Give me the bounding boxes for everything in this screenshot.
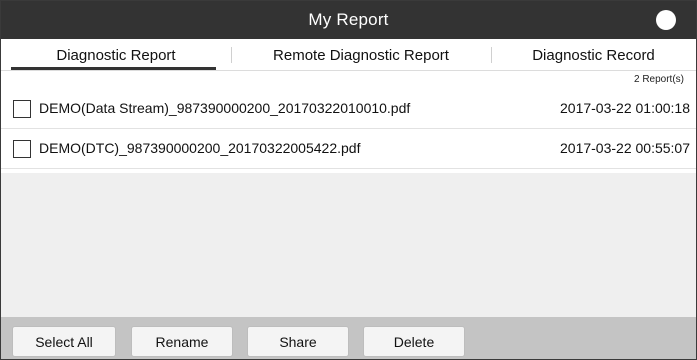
list-item[interactable]: DEMO(DTC)_987390000200_20170322005422.pd… (1, 129, 696, 169)
circle-menu-icon[interactable] (656, 10, 676, 30)
report-checkbox[interactable] (13, 100, 31, 118)
select-all-button[interactable]: Select All (12, 326, 116, 357)
report-list: DEMO(Data Stream)_987390000200_201703220… (1, 89, 696, 169)
tab-remote-diagnostic-report[interactable]: Remote Diagnostic Report (231, 39, 491, 71)
page-title: My Report (308, 10, 389, 29)
report-date: 2017-03-22 01:00:18 (560, 100, 690, 116)
report-filename: DEMO(DTC)_987390000200_20170322005422.pd… (39, 140, 361, 156)
report-date: 2017-03-22 00:55:07 (560, 140, 690, 156)
action-bar: Select All Rename Share Delete (1, 317, 696, 359)
title-bar: My Report (1, 1, 696, 39)
delete-button[interactable]: Delete (363, 326, 465, 357)
tab-bar: Diagnostic Report Remote Diagnostic Repo… (1, 39, 696, 71)
rename-button[interactable]: Rename (131, 326, 233, 357)
list-item[interactable]: DEMO(Data Stream)_987390000200_201703220… (1, 89, 696, 129)
empty-list-area (1, 173, 696, 317)
report-filename: DEMO(Data Stream)_987390000200_201703220… (39, 100, 411, 116)
active-tab-indicator (11, 67, 216, 70)
app-window: My Report Diagnostic Report Remote Diagn… (0, 0, 697, 360)
report-checkbox[interactable] (13, 140, 31, 158)
report-count: 2 Report(s) (633, 74, 684, 85)
share-button[interactable]: Share (247, 326, 349, 357)
tab-diagnostic-record[interactable]: Diagnostic Record (491, 39, 696, 71)
